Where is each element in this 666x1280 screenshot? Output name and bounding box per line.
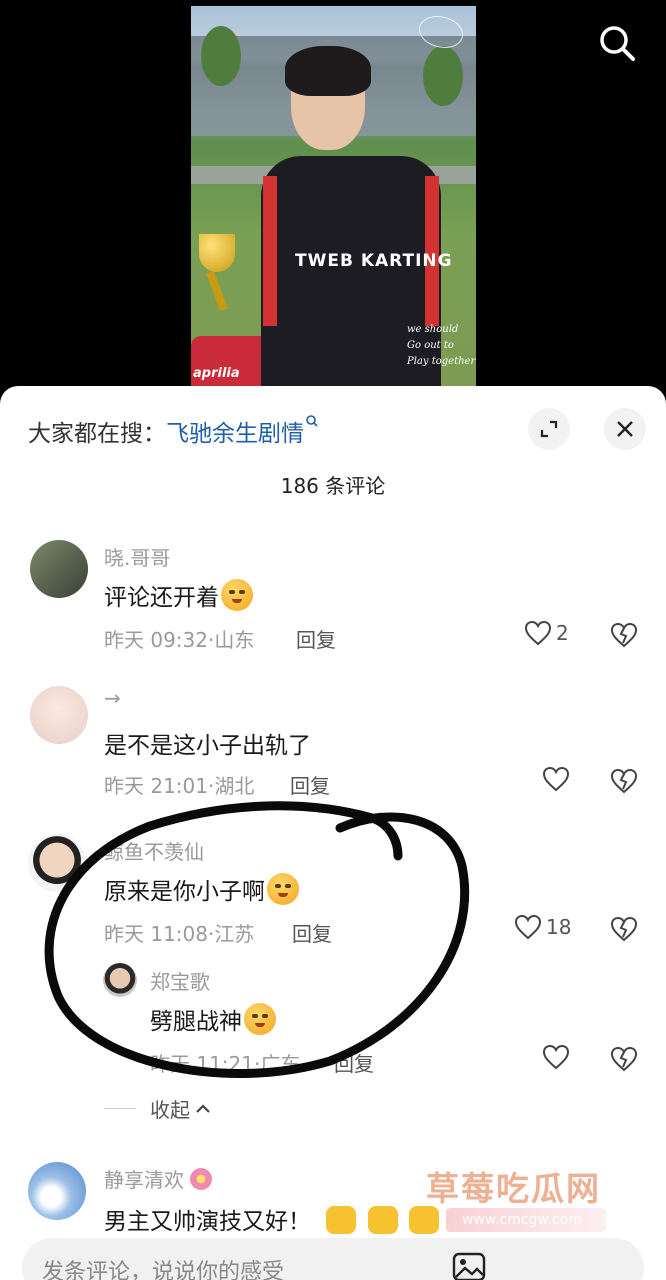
reply-button[interactable]: 回复 [334, 1048, 374, 1077]
flower-icon [190, 1168, 213, 1190]
hand-drawn-circle [44, 801, 470, 1078]
hot-search-term[interactable]: 飞驰余生剧情 [166, 421, 304, 447]
heart-icon [514, 914, 542, 940]
close-icon [617, 421, 633, 437]
watermark-url: www.cmcgw.com [446, 1208, 606, 1232]
comment-input[interactable]: 发条评论，说说你的感受 [22, 1238, 644, 1280]
comment-username[interactable]: 鲸鱼不羡仙 [104, 836, 204, 865]
like-count: 18 [546, 915, 572, 939]
reply-avatar[interactable] [103, 963, 137, 997]
comment-text: 是不是这小子出轨了 [104, 733, 311, 759]
hot-search-bar[interactable]: 大家都在搜：飞驰余生剧情 [28, 414, 318, 448]
broken-heart-icon[interactable] [610, 1046, 638, 1072]
brand-text: aprilia [193, 366, 240, 381]
comment-meta: 昨天 11:08·江苏 [104, 922, 255, 946]
broken-heart-icon[interactable] [610, 916, 638, 942]
like-button[interactable]: 2 [524, 620, 569, 646]
comment-text: 评论还开着 [104, 578, 253, 612]
broken-heart-icon[interactable] [610, 622, 638, 648]
hot-search-prefix: 大家都在搜： [28, 421, 166, 447]
comment-username[interactable]: 晓.哥哥 [104, 542, 170, 571]
like-count: 2 [556, 621, 569, 645]
watermark-title: 草莓吃瓜网 [426, 1169, 601, 1208]
comment-username[interactable]: → [104, 686, 121, 710]
reply-button[interactable]: 回复 [296, 624, 336, 653]
search-icon[interactable] [596, 22, 638, 64]
thumbs-up-icon [326, 1206, 357, 1234]
video-player[interactable]: aprilia TWEB KARTING we should Go out to… [0, 0, 666, 390]
heart-icon [542, 766, 570, 792]
reply-button[interactable]: 回复 [290, 770, 330, 799]
trophy [199, 234, 235, 272]
reply-text: 劈腿战神 [150, 1002, 276, 1036]
comment-input-placeholder: 发条评论，说说你的感受 [42, 1260, 285, 1280]
avatar[interactable] [30, 540, 88, 598]
reply-meta: 昨天 11:21·广东 [150, 1052, 301, 1076]
image-icon[interactable] [452, 1252, 486, 1280]
heart-icon [524, 620, 552, 646]
chevron-up-icon [196, 1103, 210, 1113]
close-button[interactable] [604, 408, 646, 450]
expand-icon [540, 420, 558, 438]
comment-count: 186 条评论 [280, 474, 386, 498]
broken-heart-icon[interactable] [610, 768, 638, 794]
reply-button[interactable]: 回复 [292, 918, 332, 947]
comment-text: 原来是你小子啊 [104, 872, 299, 906]
avatar[interactable] [28, 1162, 86, 1220]
emoji-icon [267, 873, 299, 905]
thumbs-up-icon [367, 1206, 398, 1234]
script-caption: we should Go out to Play together [407, 324, 476, 367]
thumbs-up-icon [408, 1206, 439, 1234]
like-button[interactable]: 18 [514, 914, 571, 940]
comment-username[interactable]: 静享清欢 [104, 1164, 213, 1193]
comment-sheet: 大家都在搜：飞驰余生剧情 186 条评论 晓.哥哥 评论还开着 昨天 09:32… [0, 386, 666, 1280]
avatar[interactable] [30, 686, 88, 744]
avatar[interactable] [28, 834, 86, 892]
comment-text: 男主又帅演技又好！ [104, 1202, 439, 1236]
comment-meta: 昨天 09:32·山东 [104, 628, 255, 652]
expand-button[interactable] [528, 408, 570, 450]
suit-text: TWEB KARTING [295, 251, 453, 271]
collapse-label: 收起 [150, 1098, 190, 1122]
like-button[interactable] [542, 766, 574, 792]
comment-meta: 昨天 21:01·湖北 [104, 774, 255, 798]
emoji-icon [244, 1003, 276, 1035]
heart-icon [542, 1044, 570, 1070]
reply-username[interactable]: 郑宝歌 [150, 966, 210, 995]
search-small-icon [306, 415, 318, 427]
video-frame: aprilia TWEB KARTING we should Go out to… [191, 6, 476, 386]
emoji-icon [221, 579, 253, 611]
collapse-replies-button[interactable]: 收起 [104, 1094, 212, 1123]
like-button[interactable] [542, 1044, 574, 1070]
